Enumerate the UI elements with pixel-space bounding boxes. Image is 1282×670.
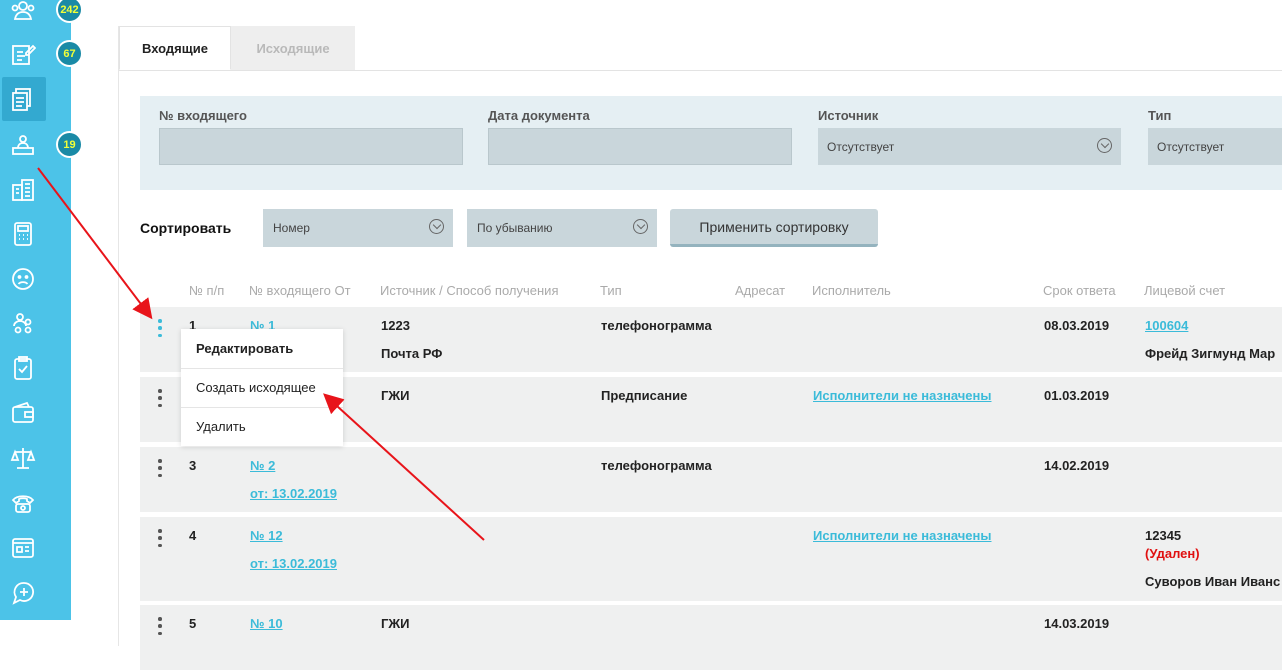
sort-order-select[interactable]: По убыванию — [467, 209, 657, 247]
column-header-index: № п/п — [189, 283, 225, 298]
edit-document-icon — [10, 41, 36, 67]
sidebar-badge-users: 242 — [56, 0, 83, 23]
type-filter-value: Отсутствует — [1157, 139, 1225, 154]
account-deleted-status: (Удален) — [1145, 546, 1200, 561]
filter-panel: № входящего Дата документа Источник Отсу… — [140, 96, 1282, 190]
date-filter-label: Дата документа — [488, 108, 590, 123]
table-row[interactable]: 5 № 10 ГЖИ 14.03.2019 — [140, 605, 1282, 670]
document-type: Предписание — [601, 388, 688, 403]
chat-add-icon — [10, 580, 36, 606]
account-owner: Фрейд Зигмунд Мар — [1145, 346, 1276, 361]
clipboard-check-icon — [10, 355, 36, 381]
sidebar-item-wallet[interactable] — [0, 391, 71, 435]
sidebar-item-news[interactable] — [0, 526, 71, 570]
incoming-date-link[interactable]: от: 13.02.2019 — [250, 486, 337, 501]
number-filter-label: № входящего — [159, 108, 247, 123]
sidebar-item-phone[interactable] — [0, 481, 71, 525]
deadline: 14.02.2019 — [1044, 458, 1110, 473]
documents-icon — [10, 86, 36, 112]
sidebar-badge-dispatcher: 19 — [56, 131, 83, 158]
source-name: 1223 — [381, 318, 410, 333]
receipt-method: Почта РФ — [381, 346, 443, 361]
column-header-deadline: Срок ответа — [1043, 283, 1116, 298]
source-filter-value: Отсутствует — [827, 139, 895, 154]
chevron-down-icon — [633, 219, 648, 234]
column-header-account: Лицевой счет — [1144, 283, 1226, 298]
tab-incoming[interactable]: Входящие — [119, 26, 231, 70]
sidebar-badge-requests: 67 — [56, 40, 83, 67]
sidebar-item-documents[interactable] — [0, 77, 71, 121]
sort-label: Сортировать — [140, 220, 232, 236]
deadline: 01.03.2019 — [1044, 388, 1110, 403]
document-type: телефонограмма — [601, 318, 712, 333]
row-index: 3 — [189, 458, 197, 473]
chevron-down-icon — [1097, 138, 1112, 153]
sidebar-item-team[interactable] — [0, 302, 71, 346]
row-menu-icon[interactable] — [158, 389, 162, 407]
tabs: Входящие Исходящие — [119, 26, 1282, 71]
source-filter-select[interactable]: Отсутствует — [818, 128, 1121, 165]
sort-order-value: По убыванию — [477, 221, 553, 235]
sad-face-icon — [10, 266, 36, 292]
scales-icon — [10, 445, 36, 471]
column-header-source: Источник / Способ получения — [380, 283, 559, 298]
incoming-number-link[interactable]: № 2 — [250, 458, 275, 473]
document-type: телефонограмма — [601, 458, 712, 473]
date-filter-input[interactable] — [488, 128, 792, 165]
deadline: 14.03.2019 — [1044, 616, 1110, 631]
source-name: ГЖИ — [381, 616, 410, 631]
calculator-icon — [10, 221, 36, 247]
users-group-icon — [10, 0, 36, 23]
number-filter-input[interactable] — [159, 128, 463, 165]
main-content: Входящие Исходящие № входящего Дата доку… — [118, 26, 1282, 670]
menu-item-edit[interactable]: Редактировать — [181, 329, 343, 367]
sidebar-item-chat[interactable] — [0, 571, 71, 615]
type-filter-select[interactable]: Отсутствует — [1148, 128, 1282, 165]
table-row[interactable]: 4 № 12 от: 13.02.2019 Исполнители не наз… — [140, 517, 1282, 601]
incoming-number-link[interactable]: № 10 — [250, 616, 283, 631]
operator-icon — [10, 132, 36, 158]
newspaper-icon — [10, 535, 36, 561]
sort-field-value: Номер — [273, 221, 310, 235]
account-number: 12345 — [1145, 528, 1182, 543]
row-index: 5 — [189, 616, 197, 631]
type-filter-label: Тип — [1148, 108, 1172, 123]
chevron-down-icon — [429, 219, 444, 234]
sidebar-item-buildings[interactable] — [0, 168, 71, 212]
menu-item-delete[interactable]: Удалить — [181, 407, 343, 445]
row-index: 4 — [189, 528, 197, 543]
column-header-type: Тип — [600, 283, 622, 298]
team-icon — [10, 311, 36, 337]
sort-field-select[interactable]: Номер — [263, 209, 453, 247]
wallet-icon — [10, 400, 36, 426]
tab-outgoing[interactable]: Исходящие — [231, 26, 355, 70]
deadline: 08.03.2019 — [1044, 318, 1110, 333]
sidebar: 242 67 19 — [0, 0, 83, 620]
account-link[interactable]: 100604 — [1145, 318, 1188, 333]
table-row[interactable]: 3 № 2 от: 13.02.2019 телефонограмма 14.0… — [140, 447, 1282, 512]
sidebar-item-tasks[interactable] — [0, 346, 71, 390]
buildings-icon — [10, 177, 36, 203]
executor-link[interactable]: Исполнители не назначены — [813, 528, 992, 543]
row-menu-icon[interactable] — [158, 319, 162, 337]
sidebar-item-complaints[interactable] — [0, 257, 71, 301]
menu-item-create-outgoing[interactable]: Создать исходящее — [181, 368, 343, 406]
incoming-date-link[interactable]: от: 13.02.2019 — [250, 556, 337, 571]
column-header-addressee: Адресат — [735, 283, 786, 298]
sidebar-item-legal[interactable] — [0, 436, 71, 480]
row-context-menu: Редактировать Создать исходящее Удалить — [181, 329, 343, 446]
column-header-number: № входящего От — [249, 283, 351, 298]
row-menu-icon[interactable] — [158, 459, 162, 477]
source-name: ГЖИ — [381, 388, 410, 403]
column-header-executor: Исполнитель — [812, 283, 891, 298]
apply-sort-button[interactable]: Применить сортировку — [670, 209, 878, 247]
incoming-number-link[interactable]: № 12 — [250, 528, 283, 543]
sidebar-item-calculator[interactable] — [0, 212, 71, 256]
source-filter-label: Источник — [818, 108, 879, 123]
account-owner: Суворов Иван Иванс — [1145, 574, 1281, 589]
phone-icon — [10, 490, 36, 516]
row-menu-icon[interactable] — [158, 529, 162, 547]
executor-link[interactable]: Исполнители не назначены — [813, 388, 992, 403]
